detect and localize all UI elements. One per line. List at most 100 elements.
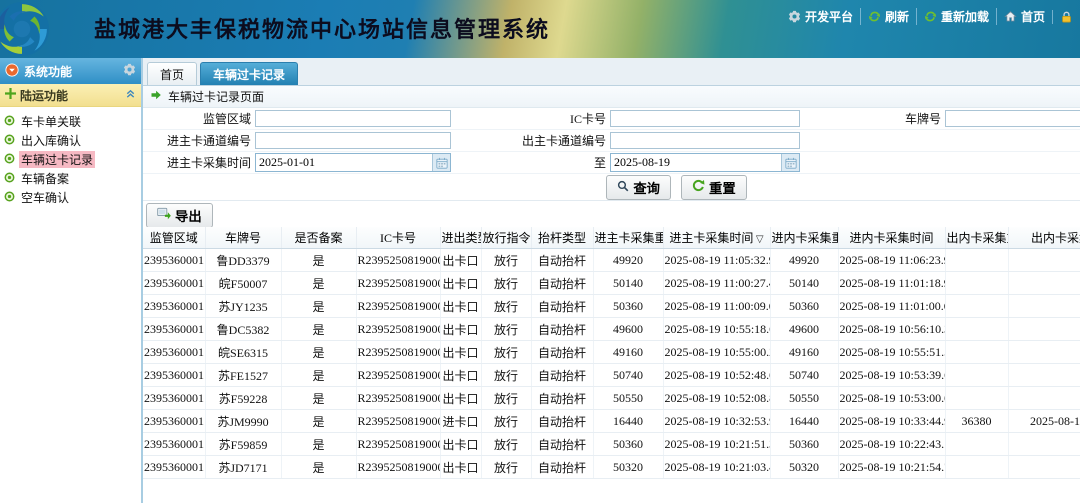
form-row-2: 进主卡通道编号 出主卡通道编号 xyxy=(143,130,1080,152)
table-row[interactable]: 2395360001苏JM9990是R239525081900029进卡口放行自… xyxy=(143,410,1080,433)
table-cell: 是 xyxy=(281,272,356,295)
column-header-进出类型[interactable]: 进出类型 xyxy=(440,227,481,249)
sidebar-item-车卡单关联[interactable]: 车卡单关联 xyxy=(0,112,141,131)
table-cell: 50550 xyxy=(593,387,663,410)
table-cell: 50360 xyxy=(593,433,663,456)
sidebar-item-label: 车辆备案 xyxy=(19,170,71,187)
sidebar-panel-header[interactable]: 系统功能 xyxy=(0,58,141,84)
top-link-开发平台[interactable]: 开发平台 xyxy=(781,8,860,25)
table-cell: 16440 xyxy=(770,410,838,433)
table-row[interactable]: 2395360001苏JY1235是R239525081900020出卡口放行自… xyxy=(143,295,1080,318)
table-cell: 放行 xyxy=(481,295,531,318)
table-cell: 50550 xyxy=(770,387,838,410)
table-cell: 出卡口 xyxy=(440,272,481,295)
sidebar-item-出入库确认[interactable]: 出入库确认 xyxy=(0,131,141,150)
collapse-chevrons-icon[interactable] xyxy=(125,88,136,102)
table-row[interactable]: 2395360001苏F59859是R239525081900019出卡口放行自… xyxy=(143,433,1080,456)
table-cell: 2395360001 xyxy=(143,295,205,318)
column-header-进内卡采集重量[interactable]: 进内卡采集重量 xyxy=(770,227,838,249)
collect-time-from-input[interactable] xyxy=(256,155,432,170)
table-row[interactable]: 2395360001鲁DC5382是R239525081900021出卡口放行自… xyxy=(143,318,1080,341)
table-cell: 鲁DD3379 xyxy=(205,249,281,272)
export-button[interactable]: 导出 xyxy=(146,203,213,228)
table-cell: 2395360001 xyxy=(143,249,205,272)
table-row[interactable]: 2395360001皖SE6315是R239525081900023出卡口放行自… xyxy=(143,341,1080,364)
arrow-right-icon xyxy=(150,89,162,104)
sidebar-item-车辆备案[interactable]: 车辆备案 xyxy=(0,169,141,188)
ic-card-input[interactable] xyxy=(610,110,800,127)
table-cell: R239525081900019 xyxy=(356,433,440,456)
sidebar-gear-icon[interactable] xyxy=(123,63,136,79)
app-window: 盐城港大丰保税物流中心场站信息管理系统 开发平台刷新重新加载首页 系统功能 陆运… xyxy=(0,0,1080,503)
menu-bullet-icon xyxy=(4,153,15,167)
entry-channel-input[interactable] xyxy=(255,132,451,149)
sidebar-group-header[interactable]: 陆运功能 xyxy=(0,84,141,107)
calendar-icon[interactable] xyxy=(432,154,450,171)
top-link-lock[interactable] xyxy=(1052,10,1080,24)
table-row[interactable]: 2395360001鲁DD3379是R239525081900024出卡口放行自… xyxy=(143,249,1080,272)
column-header-是否备案[interactable]: 是否备案 xyxy=(281,227,356,249)
table-cell: 2025-08-19 10:55:51.570 xyxy=(838,341,945,364)
top-link-首页[interactable]: 首页 xyxy=(996,8,1052,25)
exit-channel-input[interactable] xyxy=(610,132,800,149)
tab-车辆过卡记录[interactable]: 车辆过卡记录 xyxy=(200,62,298,85)
column-header-进主卡采集时间[interactable]: 进主卡采集时间 ▽ xyxy=(663,227,770,249)
table-cell: 出卡口 xyxy=(440,318,481,341)
table-cell xyxy=(1008,295,1080,318)
sidebar-item-label: 车卡单关联 xyxy=(19,113,83,130)
column-header-进主卡采集重量[interactable]: 进主卡采集重量 xyxy=(593,227,663,249)
table-cell: 49600 xyxy=(593,318,663,341)
table-cell: 进卡口 xyxy=(440,410,481,433)
calendar-icon[interactable] xyxy=(781,154,799,171)
sidebar-item-车辆过卡记录[interactable]: 车辆过卡记录 xyxy=(0,150,141,169)
table-cell xyxy=(945,433,1008,456)
table-cell: 是 xyxy=(281,249,356,272)
table-cell: 2395360001 xyxy=(143,410,205,433)
tab-首页[interactable]: 首页 xyxy=(147,62,197,85)
top-link-刷新[interactable]: 刷新 xyxy=(860,8,916,25)
table-cell: 2025-08-19 10:52:08.830 xyxy=(663,387,770,410)
top-link-label: 重新加载 xyxy=(941,8,989,25)
search-button[interactable]: 查询 xyxy=(606,175,671,200)
table-cell: 2395360001 xyxy=(143,318,205,341)
collect-time-to-input[interactable] xyxy=(611,155,781,170)
table-cell: 出卡口 xyxy=(440,433,481,456)
table-cell: 放行 xyxy=(481,364,531,387)
table-cell: 2025-08-19 10:53:39.693 xyxy=(838,364,945,387)
column-header-出内卡采集重量[interactable]: 出内卡采集重量 xyxy=(945,227,1008,249)
table-header-row: 监管区域车牌号是否备案IC卡号进出类型放行指令抬杆类型进主卡采集重量进主卡采集时… xyxy=(143,227,1080,249)
table-row[interactable]: 2395360001苏JD7171是R239525081900015出卡口放行自… xyxy=(143,456,1080,479)
table-cell xyxy=(945,456,1008,479)
table-cell: R239525081900021 xyxy=(356,318,440,341)
supervise-area-input[interactable] xyxy=(255,110,451,127)
table-row[interactable]: 2395360001皖F50007是R239525081900022出卡口放行自… xyxy=(143,272,1080,295)
table-cell: 2025-08-19 10:56:10.380 xyxy=(838,318,945,341)
column-header-进内卡采集时间[interactable]: 进内卡采集时间 xyxy=(838,227,945,249)
table-row[interactable]: 2395360001苏F59228是R239525081900032出卡口放行自… xyxy=(143,387,1080,410)
form-row-3: 进主卡采集时间 至 xyxy=(143,152,1080,174)
table-cell: 2025-08-19 11:06:23.973 xyxy=(838,249,945,272)
column-header-车牌号[interactable]: 车牌号 xyxy=(205,227,281,249)
column-header-放行指令[interactable]: 放行指令 xyxy=(481,227,531,249)
table-cell: 2025-08-19 11:01:00.637 xyxy=(838,295,945,318)
table-cell: R239525081900024 xyxy=(356,249,440,272)
reset-button[interactable]: 重置 xyxy=(681,175,747,200)
table-row[interactable]: 2395360001苏FE1527是R239525081900033出卡口放行自… xyxy=(143,364,1080,387)
menu-bullet-icon xyxy=(4,172,15,186)
collapse-round-icon[interactable] xyxy=(5,63,19,80)
table-cell: 放行 xyxy=(481,318,531,341)
table-cell: 2395360001 xyxy=(143,387,205,410)
plate-number-input[interactable] xyxy=(945,110,1080,127)
sidebar-item-label: 空车确认 xyxy=(19,189,71,206)
column-header-出内卡采集时间[interactable]: 出内卡采集时间 xyxy=(1008,227,1080,249)
table-cell: 鲁DC5382 xyxy=(205,318,281,341)
table-cell: 36380 xyxy=(945,410,1008,433)
table-cell xyxy=(945,272,1008,295)
column-header-IC卡号[interactable]: IC卡号 xyxy=(356,227,440,249)
table-cell: 皖SE6315 xyxy=(205,341,281,364)
column-header-监管区域[interactable]: 监管区域 xyxy=(143,227,205,249)
table-cell: 苏F59228 xyxy=(205,387,281,410)
column-header-抬杆类型[interactable]: 抬杆类型 xyxy=(531,227,593,249)
sidebar-item-空车确认[interactable]: 空车确认 xyxy=(0,188,141,207)
top-link-重新加载[interactable]: 重新加载 xyxy=(916,8,996,25)
